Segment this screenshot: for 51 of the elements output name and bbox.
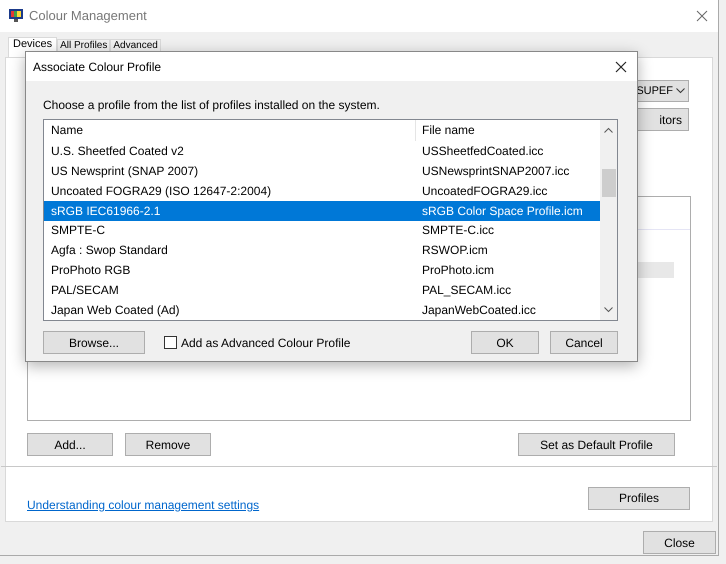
chevron-down-icon[interactable] — [604, 307, 613, 313]
dialog-button[interactable]: Cancel — [550, 331, 618, 354]
table-row[interactable]: Uncoated FOGRA29 (ISO 12647-2:2004) UncoatedFOGRA29.icc — [44, 180, 600, 201]
profiles-button[interactable]: Profiles — [588, 486, 690, 510]
table-row[interactable]: U.S. Sheetfed Coated v2 USSheetfedCoated.icc — [44, 140, 600, 161]
table-row[interactable]: SMPTE-C SMPTE-C.icc — [44, 220, 600, 240]
file-name-cell-text: ProPhoto.icm — [421, 262, 496, 280]
file-name-cell-text: RSWOP.icm — [421, 242, 489, 260]
file-name-cell-text: USNewsprintSNAP2007.icc — [421, 162, 570, 180]
dropdown-value: SUPEF — [636, 84, 673, 99]
window-title: Colour Management — [29, 7, 147, 26]
profile-button[interactable]: Add... — [27, 433, 113, 456]
name-cell-text: Uncoated FOGRA29 (ISO 12647-2:2004) — [50, 182, 272, 200]
table-row[interactable]: Japan Web Coated (Ad) JapanWebCoated.icc — [44, 300, 600, 320]
close-icon[interactable] — [615, 60, 627, 72]
help-link[interactable]: Understanding colour management settings — [27, 496, 260, 514]
table-row[interactable]: US Newsprint (SNAP 2007) USNewsprintSNAP2007.icc — [44, 160, 600, 181]
table-row[interactable]: Agfa : Swop Standard RSWOP.icm — [44, 240, 600, 260]
file-name-cell-text: UncoatedFOGRA29.icc — [421, 182, 548, 200]
file-name-cell-text: PAL_SECAM.icc — [421, 282, 512, 300]
file-name-cell-text: sRGB Color Space Profile.icm — [421, 202, 584, 220]
table-row[interactable]: sRGB IEC61966-2.1 sRGB Color Space Profile.icm — [44, 200, 600, 221]
scrollbar[interactable] — [600, 120, 617, 320]
checkbox[interactable] — [164, 336, 177, 349]
file-name-cell-text: JapanWebCoated.icc — [421, 302, 537, 320]
device-dropdown[interactable]: SUPEF — [635, 80, 689, 102]
column-header[interactable]: Name — [44, 120, 416, 141]
scroll-thumb[interactable] — [602, 169, 616, 197]
monitor-icon — [8, 8, 24, 24]
close-button[interactable]: Close — [643, 531, 716, 554]
default-profile-button[interactable]: Set as Default Profile — [518, 433, 675, 456]
name-cell-text: ProPhoto RGB — [50, 262, 132, 280]
profile-button[interactable]: Remove — [125, 433, 211, 456]
column-header[interactable]: File name — [416, 120, 600, 141]
name-cell-text: U.S. Sheetfed Coated v2 — [50, 142, 185, 160]
file-name-cell-text: USSheetfedCoated.icc — [421, 142, 544, 160]
name-cell-text: US Newsprint (SNAP 2007) — [50, 162, 200, 180]
dialog-button[interactable]: OK — [471, 331, 539, 354]
chevron-down-icon — [676, 88, 685, 94]
instruction-text: Choose a profile from the list of profiles installed on the system. — [43, 97, 381, 114]
table-row[interactable]: ProPhoto RGB ProPhoto.icm — [44, 260, 600, 280]
name-cell-text: Agfa : Swop Standard — [50, 242, 169, 260]
file-name-cell-text: SMPTE-C.icc — [421, 222, 495, 240]
table-row[interactable]: PAL/SECAM PAL_SECAM.icc — [44, 280, 600, 300]
name-cell-text: Japan Web Coated (Ad) — [50, 302, 181, 320]
name-cell-text: sRGB IEC61966-2.1 — [50, 202, 162, 220]
name-cell-text: SMPTE-C — [50, 222, 106, 240]
dialog-title: Associate Colour Profile — [33, 58, 162, 76]
chevron-up-icon[interactable] — [604, 127, 613, 133]
browse-button[interactable]: Browse... — [43, 331, 145, 354]
name-cell-text: PAL/SECAM — [50, 282, 120, 300]
